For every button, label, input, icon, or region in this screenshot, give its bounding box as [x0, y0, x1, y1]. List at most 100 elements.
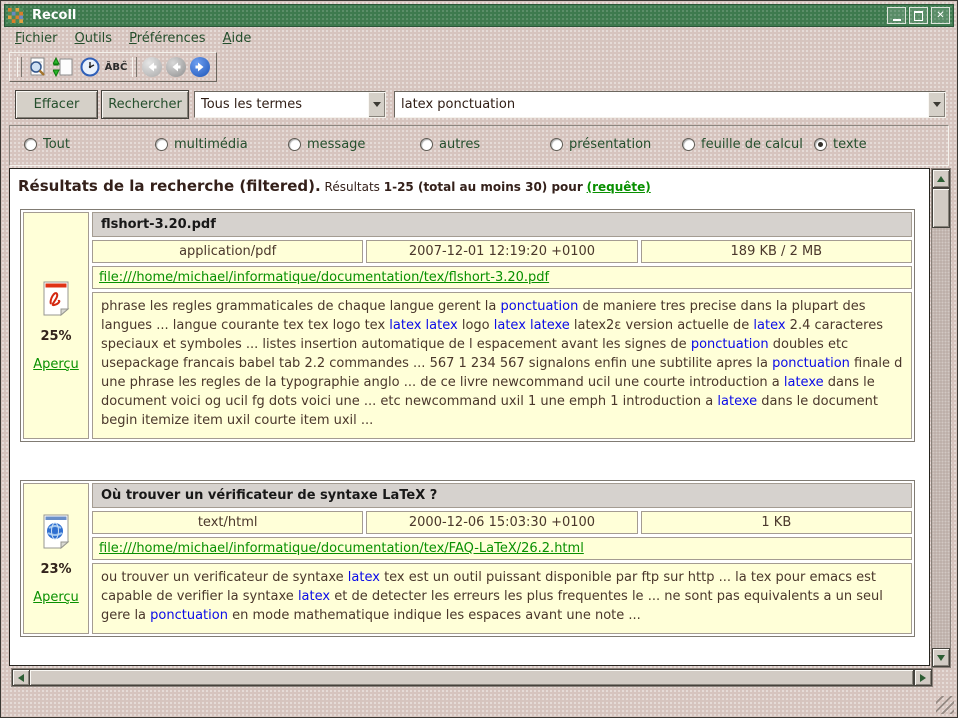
search-mode-select[interactable]: Tous les termes — [194, 91, 386, 118]
filter-label: Tout — [43, 137, 70, 152]
horizontal-scrollbar-thumb[interactable] — [29, 669, 914, 686]
arrow-left-icon — [18, 674, 24, 682]
results-range: 1-25 (total au moins 30) pour — [384, 180, 583, 194]
radio-icon[interactable] — [420, 138, 433, 151]
chevron-down-icon — [373, 102, 381, 107]
maximize-icon — [914, 11, 923, 21]
clear-search-button[interactable] — [25, 55, 51, 79]
close-button[interactable]: ✕ — [931, 7, 950, 24]
scroll-left-button[interactable] — [12, 669, 30, 686]
result-url-link[interactable]: file:///home/michael/informatique/docume… — [99, 270, 549, 285]
menubar: Fichier Outils Préférences Aide — [5, 28, 953, 49]
toolbar-handle[interactable] — [132, 57, 137, 77]
result-row: 23% Aperçu Où trouver un vérificateur de… — [20, 480, 915, 637]
minimize-button[interactable] — [887, 7, 906, 24]
vertical-scrollbar[interactable] — [931, 168, 951, 668]
result-side-panel: 23% Aperçu — [23, 483, 89, 634]
scroll-down-button[interactable] — [932, 648, 950, 667]
titlebar[interactable]: Recoll ✕ — [4, 4, 954, 27]
result-snippet: phrase les regles grammaticales de chaqu… — [92, 292, 912, 439]
filter-label: feuille de calcul — [701, 137, 803, 152]
results-list[interactable]: Résultats de la recherche (filtered). Ré… — [9, 168, 930, 666]
results-header: Résultats de la recherche (filtered). Ré… — [18, 177, 923, 195]
arrow-up-icon — [937, 176, 945, 182]
document-magnifier-icon — [27, 56, 49, 78]
document-updown-arrows-icon — [53, 56, 75, 78]
result-snippet: ou trouver un verificateur de syntaxe la… — [92, 563, 912, 634]
filter-radio-feuille-de-calcul[interactable]: feuille de calcul — [682, 137, 803, 152]
filter-radio-multimedia[interactable]: multimédia — [155, 137, 248, 152]
recoll-window: Recoll ✕ Fichier Outils Préférences Aide — [0, 0, 958, 718]
scroll-right-button[interactable] — [914, 669, 932, 686]
toolbar: ÂBĈ — [9, 52, 217, 82]
search-button[interactable]: Rechercher — [101, 90, 189, 119]
result-side-panel: 25% Aperçu — [23, 212, 89, 439]
minimize-icon — [893, 19, 901, 21]
result-mime: text/html — [92, 511, 363, 534]
filter-label: multimédia — [174, 137, 248, 152]
first-page-button[interactable] — [142, 57, 162, 77]
filter-radio-message[interactable]: message — [288, 137, 365, 152]
clear-button-label: Effacer — [34, 97, 80, 112]
update-index-button[interactable] — [51, 55, 77, 79]
filter-radio-presentation[interactable]: présentation — [550, 137, 651, 152]
result-date: 2007-12-01 12:19:20 +0100 — [366, 240, 637, 263]
document-type-filter-group: Tout multimédia message autres présentat… — [9, 125, 949, 166]
result-mime: application/pdf — [92, 240, 363, 263]
term-explorer-button[interactable]: ÂBĈ — [103, 55, 129, 79]
result-url-link[interactable]: file:///home/michael/informatique/docume… — [99, 541, 584, 556]
radio-icon[interactable] — [155, 138, 168, 151]
filter-label: autres — [439, 137, 480, 152]
clock-icon — [79, 56, 101, 78]
radio-icon[interactable] — [288, 138, 301, 151]
radio-icon[interactable] — [550, 138, 563, 151]
query-details-link[interactable]: (requête) — [587, 180, 651, 194]
menu-fichier[interactable]: Fichier — [15, 31, 58, 46]
result-main: Où trouver un vérificateur de syntaxe La… — [92, 483, 912, 634]
arrow-right-icon — [920, 674, 926, 682]
relevance-percent: 25% — [40, 329, 71, 344]
chevron-down-icon — [933, 102, 941, 107]
next-page-button[interactable] — [190, 57, 210, 77]
preview-link[interactable]: Aperçu — [33, 590, 79, 605]
abc-icon: ÂBĈ — [105, 62, 128, 73]
radio-selected-icon[interactable] — [814, 138, 827, 151]
circle-arrow-left-icon — [170, 61, 182, 73]
circle-arrow-left-icon — [146, 61, 158, 73]
result-title: Où trouver un vérificateur de syntaxe La… — [92, 483, 912, 508]
preview-link[interactable]: Aperçu — [33, 357, 79, 372]
window-title: Recoll — [32, 8, 887, 23]
menu-outils[interactable]: Outils — [75, 31, 113, 46]
filter-radio-texte[interactable]: texte — [814, 137, 867, 152]
recoll-app-icon — [8, 8, 23, 23]
result-url-row: file:///home/michael/informatique/docume… — [92, 537, 912, 560]
menu-preferences[interactable]: Préférences — [129, 31, 205, 46]
arrow-down-icon — [937, 655, 945, 661]
radio-icon[interactable] — [682, 138, 695, 151]
query-history-dropdown-button[interactable] — [928, 92, 945, 117]
filter-radio-tout[interactable]: Tout — [24, 137, 70, 152]
previous-page-button[interactable] — [166, 57, 186, 77]
pdf-file-icon — [39, 280, 73, 316]
result-row: 25% Aperçu flshort-3.20.pdf application/… — [20, 209, 915, 442]
result-meta-row: text/html 2000-12-06 15:03:30 +0100 1 KB — [92, 511, 912, 534]
maximize-button[interactable] — [909, 7, 928, 24]
query-input[interactable]: latex ponctuation — [395, 97, 928, 112]
sort-by-date-button[interactable] — [77, 55, 103, 79]
filter-label: message — [307, 137, 365, 152]
menu-aide[interactable]: Aide — [223, 31, 252, 46]
radio-icon[interactable] — [24, 138, 37, 151]
query-combobox[interactable]: latex ponctuation — [394, 91, 946, 118]
results-count-prefix: Résultats — [325, 180, 380, 194]
circle-arrow-right-icon — [194, 61, 206, 73]
toolbar-handle[interactable] — [17, 57, 22, 77]
filter-radio-autres[interactable]: autres — [420, 137, 480, 152]
window-resize-grip[interactable] — [936, 696, 954, 714]
horizontal-scrollbar[interactable] — [11, 668, 933, 687]
search-mode-dropdown-button[interactable] — [368, 92, 385, 117]
filter-label: texte — [833, 137, 867, 152]
clear-button[interactable]: Effacer — [15, 90, 98, 119]
close-icon: ✕ — [936, 11, 944, 21]
scroll-up-button[interactable] — [932, 169, 950, 188]
vertical-scrollbar-thumb[interactable] — [932, 188, 950, 228]
